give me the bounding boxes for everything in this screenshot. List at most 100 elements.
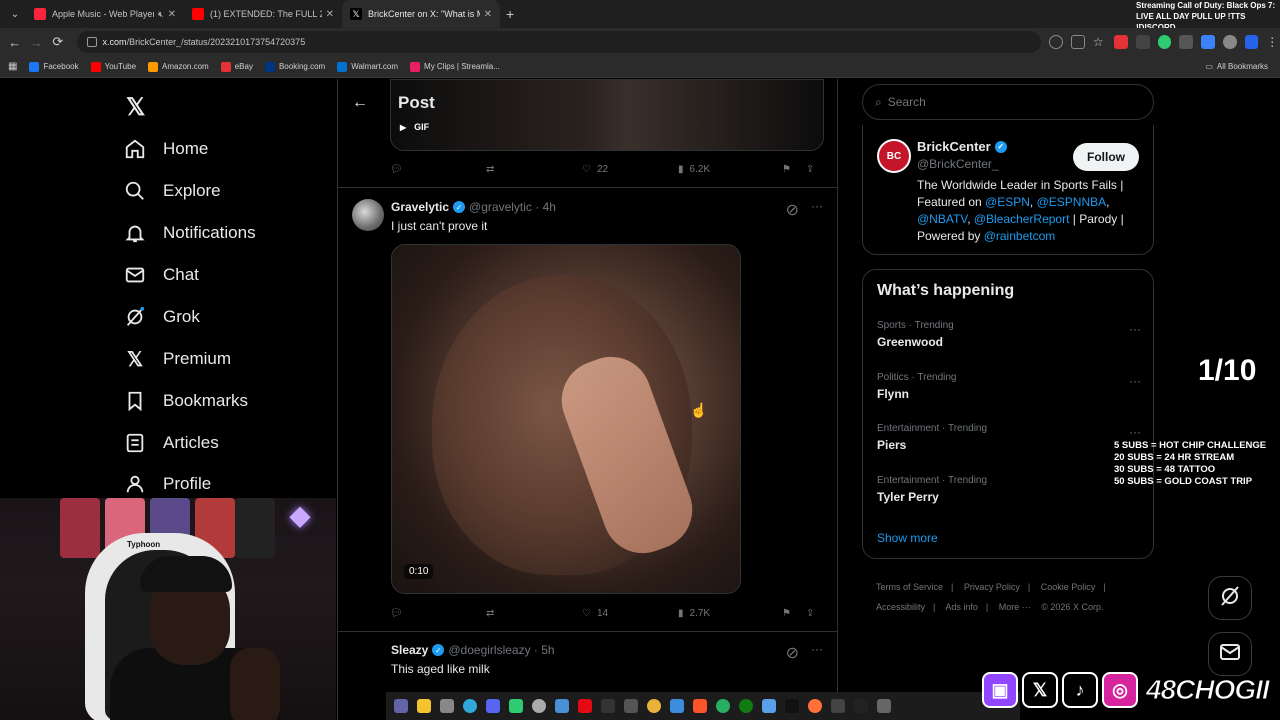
tab-search-button[interactable]: ⌄ xyxy=(4,3,26,25)
video-player[interactable]: 0:10 xyxy=(391,244,741,594)
app-icon[interactable] xyxy=(877,699,891,713)
bio-link-espn[interactable]: @ESPN xyxy=(985,195,1030,209)
follow-button[interactable]: Follow xyxy=(1073,143,1139,171)
epic-icon[interactable] xyxy=(854,699,868,713)
show-more-link[interactable]: Show more xyxy=(877,531,938,545)
new-tab-button[interactable]: + xyxy=(506,6,514,22)
back-icon[interactable]: ← xyxy=(4,35,26,50)
bookmark-facebook[interactable]: Facebook xyxy=(29,61,79,72)
grok-explain-icon[interactable]: ⊘ xyxy=(786,643,799,663)
share-icon[interactable]: ⇪ xyxy=(806,608,814,619)
back-arrow-icon[interactable]: ← xyxy=(352,94,368,112)
close-tab-icon[interactable]: ✕ xyxy=(484,9,492,20)
author-name[interactable]: Sleazy xyxy=(391,643,428,657)
nav-grok[interactable]: Grok xyxy=(124,297,200,337)
grok-explain-icon[interactable]: ⊘ xyxy=(786,200,799,220)
author-name[interactable]: Gravelytic xyxy=(391,200,449,214)
author-handle[interactable]: @doegirlsleazy xyxy=(448,643,530,657)
trend-item[interactable]: Entertainment · Trending Tyler Perry xyxy=(877,475,1141,504)
share-icon[interactable]: ⇪ xyxy=(806,164,814,175)
more-link[interactable]: More ··· xyxy=(999,602,1031,612)
profile-avatar-icon[interactable] xyxy=(1222,35,1237,49)
extension-icon[interactable] xyxy=(1179,35,1194,49)
views-button[interactable]: ▮ 2.7K xyxy=(678,608,782,619)
nav-home[interactable]: Home xyxy=(124,129,208,169)
bookmark-icon[interactable]: ⚑ xyxy=(782,608,806,619)
chrome-icon[interactable] xyxy=(647,699,661,713)
like-button[interactable]: ♡ 14 xyxy=(582,608,678,619)
discord-icon[interactable] xyxy=(486,699,500,713)
reply-icon[interactable]: 💬︎ xyxy=(390,164,486,175)
edge-icon[interactable] xyxy=(463,699,477,713)
star-icon[interactable]: ☆ xyxy=(1093,35,1107,49)
extension-icon[interactable] xyxy=(1136,35,1150,49)
bio-link-espnnba[interactable]: @ESPNNBA xyxy=(1037,195,1107,209)
app-icon[interactable] xyxy=(394,699,408,713)
bookmark-my-clips[interactable]: My Clips | Streamla... xyxy=(410,61,500,72)
bookmark-booking[interactable]: Booking.com xyxy=(264,61,325,72)
search-input[interactable]: ⌕ Search xyxy=(862,84,1154,120)
site-info-icon[interactable] xyxy=(86,37,97,47)
brave-icon[interactable] xyxy=(693,699,707,713)
profile-handle[interactable]: @BrickCenter_ xyxy=(917,157,999,171)
views-button[interactable]: ▮ 6.2K xyxy=(678,164,782,175)
apps-icon[interactable]: ▦ xyxy=(8,61,17,72)
profile-name-row[interactable]: BrickCenter ✓ xyxy=(917,139,1011,154)
reply-icon[interactable]: 💬︎ xyxy=(390,608,486,619)
nav-articles[interactable]: Articles xyxy=(124,423,219,463)
app-icon[interactable] xyxy=(532,699,546,713)
xbox-icon[interactable] xyxy=(739,699,753,713)
bookmark-youtube[interactable]: YouTube xyxy=(90,61,136,72)
url-field[interactable]: x.com/BrickCenter_/status/20232101737547… xyxy=(76,31,1042,53)
timestamp[interactable]: 5h xyxy=(541,643,554,657)
nav-explore[interactable]: Explore xyxy=(124,171,221,211)
terms-link[interactable]: Terms of Service xyxy=(876,582,943,592)
close-tab-icon[interactable]: ✕ xyxy=(168,9,176,20)
more-options-icon[interactable]: ··· xyxy=(1129,322,1141,336)
nav-notifications[interactable]: Notifications xyxy=(124,213,256,253)
app-icon[interactable] xyxy=(509,699,523,713)
more-options-icon[interactable]: ··· xyxy=(1129,425,1141,439)
app-icon[interactable] xyxy=(440,699,454,713)
tab-apple-music[interactable]: Apple Music - Web Player 🔇︎ ✕ xyxy=(26,0,184,28)
trend-item[interactable]: Entertainment · Trending Piers ··· xyxy=(877,423,1141,452)
more-options-icon[interactable]: ··· xyxy=(811,199,823,213)
mute-icon[interactable]: 🔇︎ xyxy=(158,9,164,20)
repost-icon[interactable]: ⇄ xyxy=(486,608,582,619)
repost-icon[interactable]: ⇄ xyxy=(486,164,582,175)
more-options-icon[interactable]: ··· xyxy=(1129,374,1141,388)
x-logo-icon[interactable]: 𝕏 xyxy=(126,93,145,122)
extension-icon[interactable] xyxy=(1157,35,1172,49)
bookmark-icon[interactable]: ⚑ xyxy=(782,164,806,175)
menu-icon[interactable]: ⋮ xyxy=(1266,35,1280,49)
app-icon[interactable] xyxy=(716,699,730,713)
author-handle[interactable]: @gravelytic xyxy=(469,200,532,214)
grok-float-button[interactable] xyxy=(1208,576,1252,620)
tab-youtube[interactable]: (1) EXTENDED: The FULL 2026 I ✕ xyxy=(184,0,342,28)
timestamp[interactable]: 4h xyxy=(543,200,556,214)
like-button[interactable]: ♡ 22 xyxy=(582,164,678,175)
tab-brickcenter[interactable]: 𝕏 BrickCenter on X: "What is Mic ✕ xyxy=(342,0,500,28)
app-icon[interactable] xyxy=(670,699,684,713)
cast-icon[interactable] xyxy=(1071,35,1085,49)
nav-premium[interactable]: 𝕏 Premium xyxy=(124,339,231,379)
all-bookmarks-button[interactable]: ▭ All Bookmarks xyxy=(1205,62,1268,71)
extension-icon[interactable] xyxy=(1201,35,1215,49)
nav-chat[interactable]: Chat xyxy=(124,255,199,295)
brickcenter-avatar[interactable]: BC xyxy=(877,139,911,173)
privacy-link[interactable]: Privacy Policy xyxy=(964,582,1020,592)
app-icon[interactable] xyxy=(555,699,569,713)
avatar[interactable] xyxy=(352,199,384,231)
app-icon[interactable] xyxy=(624,699,638,713)
netflix-icon[interactable] xyxy=(578,699,592,713)
bio-link-rainbet[interactable]: @rainbetcom xyxy=(984,229,1056,243)
folder-icon[interactable] xyxy=(417,699,431,713)
bookmark-amazon[interactable]: Amazon.com xyxy=(148,61,209,72)
shield-icon[interactable] xyxy=(1244,35,1259,49)
extension-icon[interactable] xyxy=(1114,35,1129,49)
reload-icon[interactable]: ⟳ xyxy=(47,34,69,50)
ads-info-link[interactable]: Ads info xyxy=(945,602,978,612)
tiktok-icon[interactable] xyxy=(785,699,799,713)
app-icon[interactable] xyxy=(762,699,776,713)
forward-icon[interactable]: → xyxy=(26,35,48,50)
